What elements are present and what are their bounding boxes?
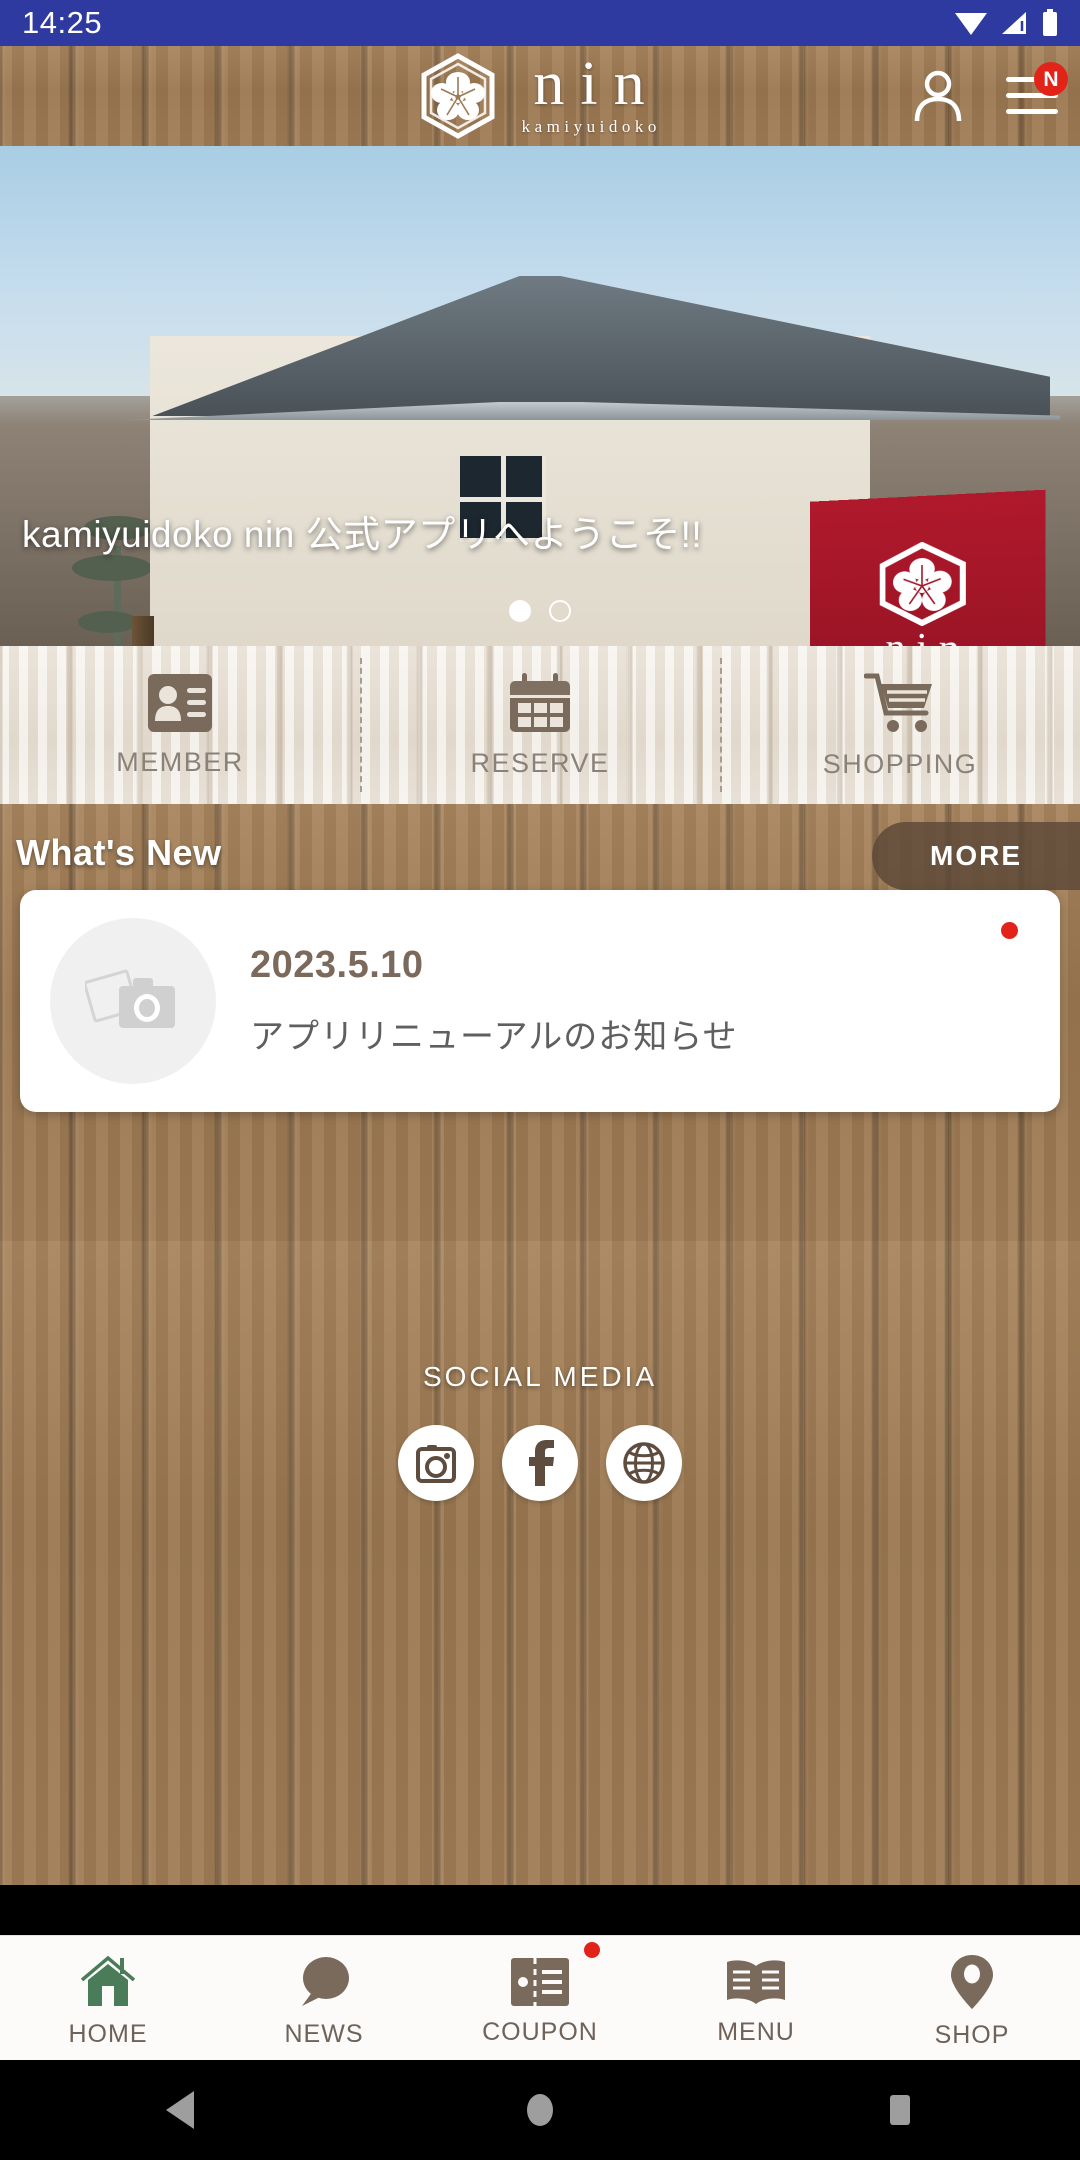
nin-hexagon-flower-logo [421,53,495,139]
quick-action-shopping[interactable]: SHOPPING [720,646,1080,804]
tab-home[interactable]: HOME [0,1936,216,2060]
hero-caption: kamiyuidoko nin 公式アプリへようこそ!! [22,514,703,555]
bottom-tab-bar: HOME NEWS COUPON MENU SHOP [0,1935,1080,2060]
person-icon [914,70,962,122]
quick-action-label: MEMBER [116,746,244,777]
tab-label: SHOP [934,2020,1010,2049]
house-icon [80,1955,136,2006]
android-home-button[interactable] [360,2089,720,2131]
open-book-icon [727,1959,785,2004]
coupon-badge-dot [584,1942,600,1958]
instagram-icon [416,1445,456,1483]
status-icons [954,9,1058,37]
shopping-cart-icon [864,673,932,732]
carousel-pagination[interactable] [0,600,1080,622]
quick-action-reserve[interactable]: RESERVE [360,646,720,804]
menu-button[interactable]: N [1002,62,1068,126]
recents-square-icon [890,2095,910,2125]
news-unread-indicator [1001,922,1018,939]
social-media-label: SOCIAL MEDIA [422,1361,658,1392]
app-screen: 14:25 nin kamiyuidoko N kamiyuidoko nin … [0,0,1080,2160]
banner-brand-name: nin [875,625,971,646]
carousel-dot-2[interactable] [549,600,571,622]
facebook-link[interactable] [502,1425,578,1501]
home-circle-icon [527,2094,553,2126]
brand-subtitle: kamiyuidoko [521,117,661,137]
id-card-icon [148,673,212,732]
android-back-button[interactable] [0,2089,360,2131]
app-header-actions: N [908,46,1068,146]
hero-slide-image: nin kamiyuidoko [0,146,1080,646]
website-globe-icon [623,1442,665,1484]
instagram-link[interactable] [398,1425,474,1501]
shop-banner: nin kamiyuidoko [810,489,1046,646]
ticket-icon [511,1957,569,2006]
menu-notification-badge: N [1034,62,1068,96]
news-title: アプリリニューアルのお知らせ [250,1018,738,1056]
tab-news[interactable]: NEWS [216,1936,432,2060]
hero-carousel[interactable]: nin kamiyuidoko kamiyuidoko nin 公式アプリへよう… [0,146,1080,646]
android-navigation-bar [0,2060,1080,2160]
social-media-section: SOCIAL MEDIA [0,1241,1080,1885]
cellular-signal-icon [1002,12,1026,34]
brand-name: nin [533,49,661,118]
account-button[interactable] [908,66,968,126]
android-recents-button[interactable] [720,2089,1080,2131]
news-date: 2023.5.10 [250,944,424,986]
news-text-block: 2023.5.10 アプリリニューアルのお知らせ [250,944,738,1058]
tab-coupon[interactable]: COUPON [432,1936,648,2060]
photo-camera-placeholder-icon [85,969,175,1028]
social-links-row [398,1425,682,1501]
brand-text: nin kamiyuidoko [517,49,661,138]
map-pin-icon [951,1954,993,2009]
facebook-icon [529,1440,554,1486]
news-thumbnail [50,918,216,1084]
carousel-dot-1[interactable] [509,600,531,622]
website-link[interactable] [606,1425,682,1501]
wifi-icon [955,13,987,35]
calendar-icon [510,672,570,732]
tab-label: COUPON [482,2017,598,2046]
tab-menu[interactable]: MENU [648,1936,864,2060]
section-title: What's New [16,832,222,873]
speech-bubble-icon [302,1956,349,2006]
battery-icon [1043,9,1057,36]
whats-new-more-button[interactable]: MORE [872,822,1080,890]
quick-action-member[interactable]: MEMBER [0,646,360,804]
tab-label: MENU [717,2017,795,2046]
status-bar: 14:25 [0,0,1080,46]
tab-shop[interactable]: SHOP [864,1936,1080,2060]
back-triangle-icon [166,2091,194,2129]
tab-label: HOME [68,2019,148,2048]
quick-action-label: RESERVE [470,747,610,778]
whats-new-header: What's New MORE [0,822,1080,890]
news-list-item[interactable]: 2023.5.10 アプリリニューアルのお知らせ [20,890,1060,1112]
quick-actions: MEMBER RESERVE SHOPPING [0,646,1080,804]
whats-new-section: What's New MORE 2023.5.10 アプリリニューアルのお知らせ [0,804,1080,1241]
app-header: nin kamiyuidoko N [0,46,1080,146]
quick-action-label: SHOPPING [822,748,978,779]
status-time: 14:25 [22,5,103,40]
tab-label: NEWS [284,2019,364,2048]
